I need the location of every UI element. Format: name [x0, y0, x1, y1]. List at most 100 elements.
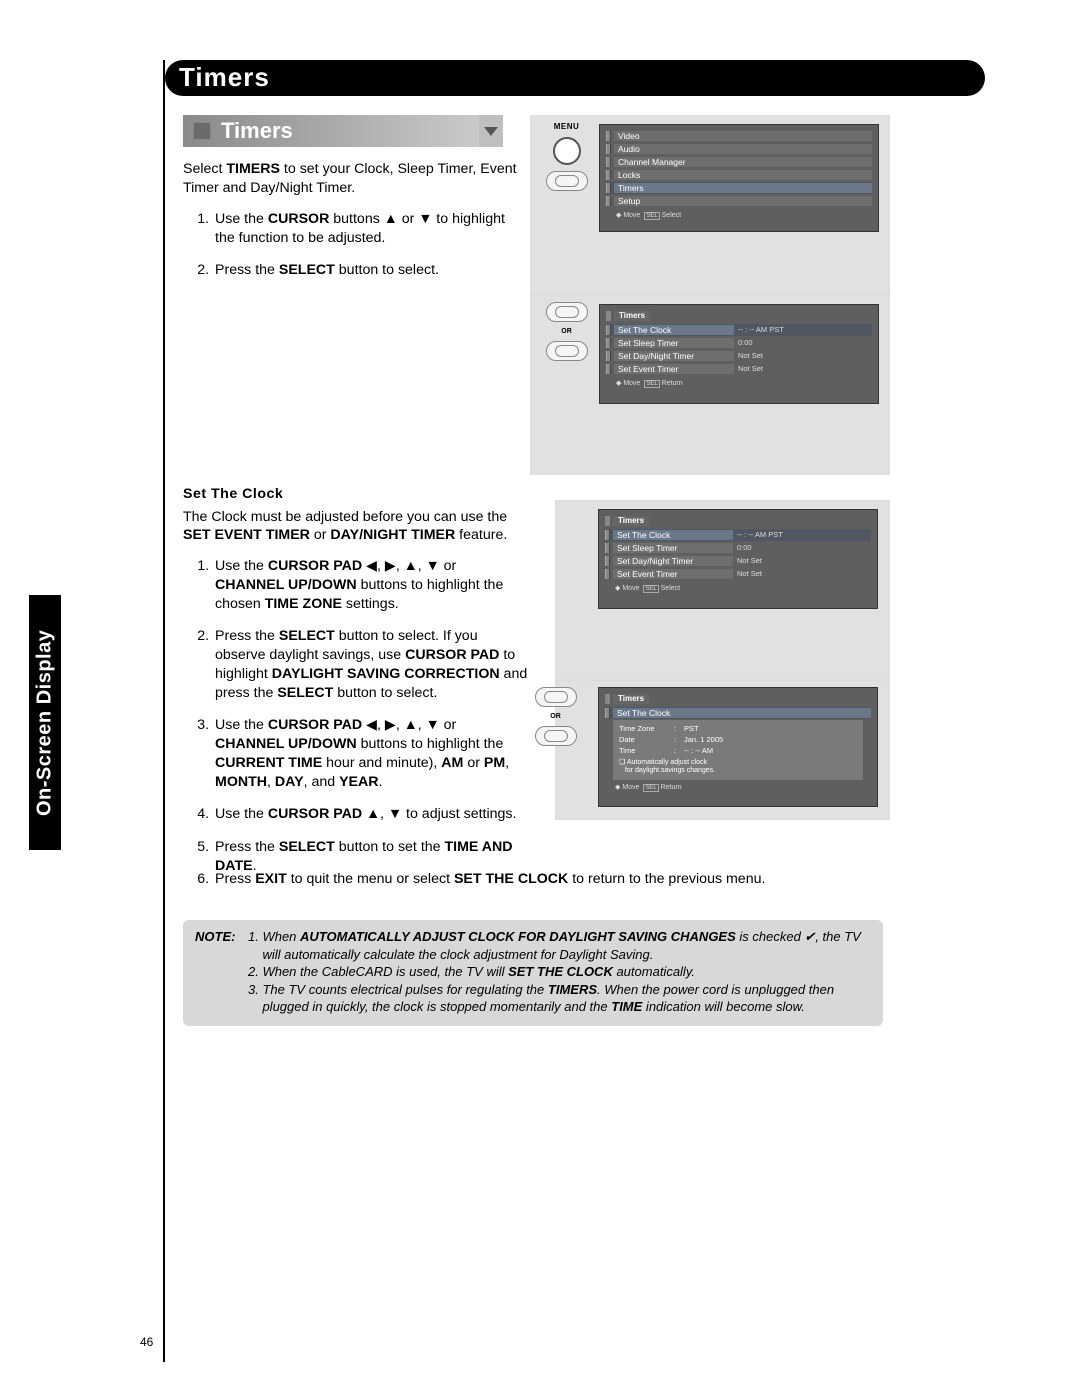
t: or: [440, 558, 457, 574]
osd-value: Not Set: [733, 569, 791, 579]
cursor-button-icon: [546, 302, 588, 322]
osd-value: 0:00: [734, 338, 792, 348]
osd-label: Timers: [614, 183, 872, 193]
t: CURSOR: [268, 211, 329, 227]
t: Press: [215, 871, 255, 887]
dropdown-icon: [479, 115, 503, 147]
t: Press the: [215, 839, 279, 855]
t: Use the: [215, 211, 268, 227]
osd-label: Set The Clock: [613, 530, 733, 540]
left-arrow-icon: ◀: [366, 717, 377, 733]
intro-paragraph: Select TIMERS to set your Clock, Sleep T…: [183, 160, 518, 197]
note-head: NOTE:: [195, 928, 235, 1016]
osd-label: Set The Clock: [613, 708, 871, 718]
up-arrow-icon: ▲: [384, 211, 398, 227]
down-arrow-icon: ▼: [418, 211, 432, 227]
t: SET THE CLOCK: [508, 964, 613, 979]
osd-value: Not Set: [733, 556, 791, 566]
vertical-rule: [163, 60, 165, 1362]
t: or: [463, 755, 484, 771]
section-bar-title: Timers: [221, 118, 293, 144]
osd-row: Set Day/Night TimerNot Set: [605, 555, 871, 567]
t: SET THE CLOCK: [454, 871, 568, 887]
sel-icon: SEL: [644, 212, 659, 220]
osd-label: Setup: [614, 196, 872, 206]
osd-footer: ◆ Move SEL Select: [605, 581, 871, 592]
t: hour and minute),: [322, 755, 441, 771]
t: automatically.: [613, 964, 695, 979]
k: Time: [619, 746, 674, 755]
up-arrow-icon: ▲: [404, 717, 418, 733]
t: CURSOR PAD: [405, 647, 499, 663]
osd-label: Channel Manager: [614, 157, 872, 167]
osd-value: Not Set: [734, 364, 792, 374]
section-bar: Timers: [183, 115, 503, 147]
osd-value: Not Set: [734, 351, 792, 361]
osd-panel-1: MENU Video Audio Channel Manager Locks T…: [530, 115, 890, 295]
step-item: Use the CURSOR PAD ◀, ▶, ▲, ▼ or CHANNEL…: [213, 557, 528, 613]
t: The TV counts electrical pulses for regu…: [262, 982, 547, 997]
remote-icons: OR: [528, 687, 583, 746]
osd-value: -- : -- AM PST: [734, 325, 792, 335]
osd-label: Set Event Timer: [614, 364, 734, 374]
t: Use the: [215, 717, 268, 733]
osd-footer: ◆ Move SEL Return: [605, 780, 871, 791]
t: SET EVENT TIMER: [183, 527, 310, 543]
osd-detail-row: Time Zone:PST: [619, 724, 857, 733]
up-arrow-icon: ▲: [366, 806, 380, 822]
t: or: [398, 211, 419, 227]
t: Return: [661, 784, 682, 791]
v: -- : -- AM: [684, 746, 713, 755]
t: .: [378, 774, 382, 790]
t: SELECT: [279, 262, 335, 278]
paragraph: The Clock must be adjusted before you ca…: [183, 508, 528, 545]
t: or: [310, 527, 331, 543]
up-arrow-icon: ▲: [404, 558, 418, 574]
note-list: When AUTOMATICALLY ADJUST CLOCK FOR DAYL…: [244, 928, 871, 1016]
t: CURSOR PAD: [268, 717, 366, 733]
osd-label: Set The Clock: [614, 325, 734, 335]
osd-row: Audio: [606, 143, 872, 155]
steps-block-1: Use the CURSOR buttons ▲ or ▼ to highlig…: [183, 210, 518, 294]
osd-row: Set Day/Night TimerNot Set: [606, 350, 872, 362]
k: Time Zone: [619, 724, 674, 733]
set-clock-block: Set The Clock The Clock must be adjusted…: [183, 485, 528, 889]
osd-detail-row: Date:Jan. 1 2005: [619, 735, 857, 744]
t: CURSOR PAD: [268, 558, 366, 574]
osd-label: Audio: [614, 144, 872, 154]
t: buttons: [329, 211, 383, 227]
t: Automatically adjust clock: [627, 759, 707, 766]
t: The Clock must be adjusted before you ca…: [183, 509, 507, 525]
osd-title: Timers: [613, 516, 649, 526]
osd-row: Set Sleep Timer0:00: [606, 337, 872, 349]
or-label: OR: [561, 328, 572, 335]
t: EXIT: [255, 871, 287, 887]
t: Press the: [215, 262, 279, 278]
osd-value: -- : -- AM PST: [733, 530, 791, 540]
osd-screen: Timers Set The Clock Time Zone:PST Date:…: [598, 687, 878, 807]
t: MONTH: [215, 774, 267, 790]
osd-note: ❏ Automatically adjust clock for dayligh…: [619, 759, 857, 776]
t: button to select.: [333, 685, 437, 701]
osd-row: Setup: [606, 195, 872, 207]
cursor-button-icon: [535, 726, 577, 746]
t: SELECT: [277, 685, 333, 701]
osd-label: Set Day/Night Timer: [613, 556, 733, 566]
note-item: When AUTOMATICALLY ADJUST CLOCK FOR DAYL…: [262, 928, 871, 963]
osd-row: Set Event TimerNot Set: [605, 568, 871, 580]
t: PM: [484, 755, 505, 771]
t: TIME: [611, 999, 642, 1014]
v: Jan. 1 2005: [684, 735, 723, 744]
step-item: Press the SELECT button to select. If yo…: [213, 627, 528, 702]
text-bold: TIMERS: [226, 161, 280, 177]
osd-subtitle-row: Set The Clock: [605, 707, 871, 719]
t: Use the: [215, 558, 268, 574]
page-number: 46: [140, 1335, 153, 1349]
step-item: Use the CURSOR PAD ◀, ▶, ▲, ▼ or CHANNEL…: [213, 716, 528, 791]
t: Move: [623, 212, 640, 219]
step-item: Use the CURSOR PAD ▲, ▼ to adjust settin…: [213, 805, 528, 824]
osd-panel-2: OR Timers Set The Clock-- : -- AM PST Se…: [530, 295, 890, 475]
step-6-wide: Press EXIT to quit the menu or select SE…: [183, 870, 883, 889]
page-header-title: Timers: [179, 62, 270, 92]
t: When the CableCARD is used, the TV will: [262, 964, 508, 979]
